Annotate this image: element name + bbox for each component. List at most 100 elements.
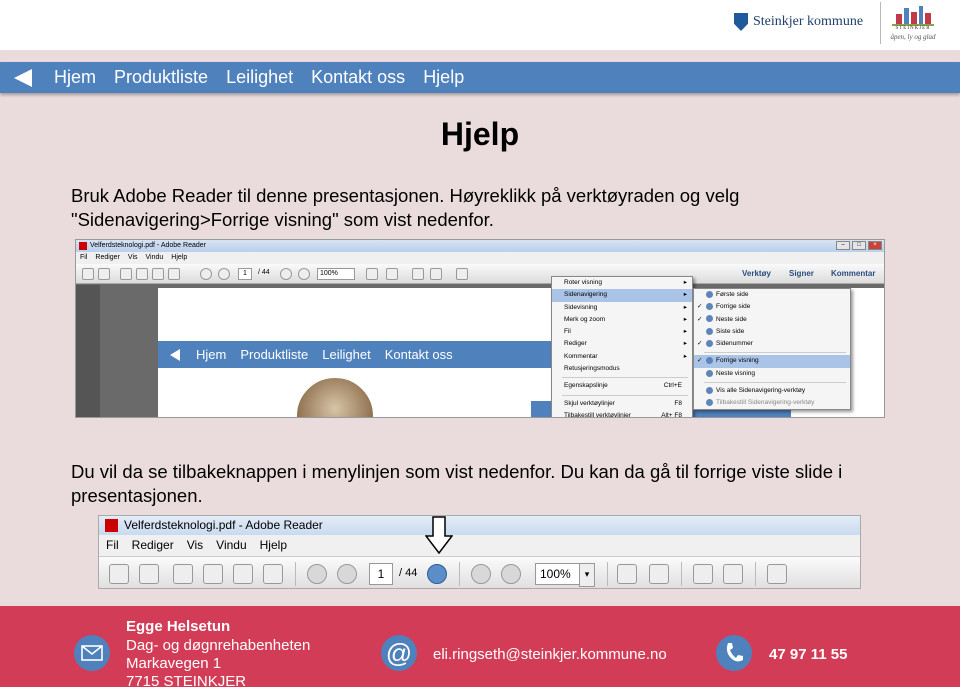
pdf-nav-kontakt-oss: Kontakt oss	[384, 347, 453, 362]
menu2-rediger: Rediger	[131, 538, 174, 552]
reader-menubar: Fil Rediger Vis Vindu Hjelp	[76, 252, 884, 264]
print-icon	[152, 268, 164, 280]
menu-item: Retusjeringsmodus	[552, 363, 692, 375]
fit-page-icon	[649, 564, 669, 584]
menu-fil: Fil	[80, 254, 88, 261]
check-icon: ✓	[697, 315, 703, 323]
reader2-window-title: Velferdsteknologi.pdf - Adobe Reader	[124, 518, 323, 532]
menu-item-label: Vis alle Sidenavigering-verktøy	[716, 387, 806, 395]
export-icon	[139, 564, 159, 584]
menu-item: Merk og zoom ▸	[552, 314, 692, 326]
menu-rediger: Rediger	[95, 254, 120, 261]
at-sign-icon: @	[381, 635, 417, 671]
comment-tab: Kommentar	[831, 269, 876, 278]
menu-item: Egenskapslinje Ctrl+E	[552, 380, 692, 392]
edit-icon	[120, 268, 132, 280]
back-arrow-icon[interactable]	[14, 68, 34, 87]
sidenavigering-submenu: Første side ✓ Forrige side ✓ Neste side Siste…	[693, 288, 851, 410]
down-arrow-icon	[425, 516, 453, 554]
reader-toolbar-screenshot: Velferdsteknologi.pdf - Adobe Reader Fil…	[98, 515, 861, 589]
menu-item: Tilbakestill Sidenavigering-verktøy	[694, 397, 850, 409]
tools-tab: Verktøy	[742, 269, 771, 278]
skyline-icon	[892, 6, 934, 26]
menu-item-label: Forrige side	[716, 303, 751, 311]
nav-icon	[706, 290, 713, 298]
menu-item-label: Sidenummer	[716, 340, 753, 348]
submenu-arrow-icon: ▸	[683, 279, 687, 286]
nav-icon	[706, 327, 713, 335]
page-up-icon	[200, 268, 212, 280]
fullscreen-icon	[767, 564, 787, 584]
steinkjer-city-logo: STEINKJER åpen, ly og glad	[886, 4, 940, 44]
contact-email[interactable]: eli.ringseth@steinkjer.kommune.no	[433, 646, 667, 663]
menu-item-label: Fil	[564, 328, 571, 336]
context-menu: Roter visning ▸ Sidenavigering ▸ Sidevisning…	[551, 276, 693, 418]
toolbar-separator	[607, 562, 608, 586]
menu-item-label: Sidevisning	[564, 303, 598, 311]
window-controls: – □ ×	[836, 241, 882, 250]
phone-icon	[716, 635, 752, 671]
menu-item-label: Kommentar	[564, 352, 598, 360]
menu-item-label: Rediger	[564, 340, 587, 348]
nav-item-hjelp[interactable]: Hjelp	[423, 67, 464, 88]
submenu-arrow-icon: ▸	[683, 328, 687, 336]
nav-item-kontakt-oss[interactable]: Kontakt oss	[311, 67, 405, 88]
contact-name: Egge Helsetun	[126, 618, 231, 635]
previous-view-icon	[427, 564, 447, 584]
menu-shortcut: F8	[674, 399, 682, 407]
nav-item-leilighet[interactable]: Leilighet	[226, 67, 293, 88]
menu-item: Roter visning ▸	[552, 277, 692, 289]
menu-item-label: Egenskapslinje	[564, 382, 608, 390]
menu-vindu: Vindu	[145, 254, 164, 261]
toolbar-separator	[755, 562, 756, 586]
edit-icon	[173, 564, 193, 584]
top-header: Steinkjer kommune STEINKJER åpen, ly og …	[0, 0, 960, 50]
pdf-nav-hjem: Hjem	[196, 347, 227, 362]
fit-width-icon	[366, 268, 378, 280]
comment-icon	[412, 268, 424, 280]
toolbar-separator	[459, 562, 460, 586]
menu-item: Sidenavigering ▸	[552, 289, 692, 302]
menu-item-label: Første side	[716, 291, 749, 298]
nav-item-produktliste[interactable]: Produktliste	[114, 67, 208, 88]
reader-toolbar: 1 / 44 100% Verktøy Signer Kommentar	[76, 264, 884, 284]
steinkjer-logo-slogan: åpen, ly og glad	[890, 33, 936, 41]
minimize-icon: –	[836, 241, 850, 250]
save-icon	[203, 564, 223, 584]
zoom-out-icon	[471, 564, 491, 584]
pdf-nav-leilighet: Leilighet	[322, 347, 371, 362]
check-icon: ✓	[697, 357, 703, 365]
steinkjer-kommune-logo[interactable]: Steinkjer kommune	[734, 10, 863, 34]
menu-item: Kommentar ▸	[552, 351, 692, 363]
page-number-field: 1	[369, 563, 393, 585]
reader-left-pane	[76, 285, 100, 417]
nav-icon	[706, 339, 713, 347]
submenu-arrow-icon: ▸	[683, 291, 687, 299]
page-down-icon	[218, 268, 230, 280]
nav-item-hjem[interactable]: Hjem	[54, 67, 96, 88]
submenu-arrow-icon: ▸	[683, 340, 687, 348]
menu-item: Neste visning	[694, 368, 850, 380]
menu-item: Tilbakestill verktøylinjer Alt+ F8	[552, 410, 692, 418]
page-total: / 44	[399, 567, 418, 579]
fit-page-icon	[386, 268, 398, 280]
nav-icon	[706, 386, 713, 394]
page-number-field: 1	[238, 268, 252, 280]
menu2-hjelp: Hjelp	[259, 538, 287, 552]
fit-width-icon	[617, 564, 637, 584]
page-total: / 44	[258, 269, 270, 276]
save-icon	[136, 268, 148, 280]
logo-divider	[880, 2, 881, 44]
export-icon	[98, 268, 110, 280]
print-icon	[233, 564, 253, 584]
reader-titlebar: Velferdsteknologi.pdf - Adobe Reader – □…	[76, 240, 884, 252]
menu-item-label: Neste side	[716, 315, 747, 323]
pdf-icon	[105, 519, 118, 532]
reader-context-menu-screenshot: Velferdsteknologi.pdf - Adobe Reader – □…	[75, 239, 885, 418]
menu-item: Fil ▸	[552, 326, 692, 338]
menu-item-label: Tilbakestill verktøylinjer	[564, 411, 631, 418]
toolbar-separator	[681, 562, 682, 586]
contact-phone[interactable]: 47 97 11 55	[769, 646, 847, 663]
pdf-back-arrow-icon	[170, 348, 180, 361]
instruction-paragraph-1: Bruk Adobe Reader til denne presentasjon…	[71, 185, 740, 230]
